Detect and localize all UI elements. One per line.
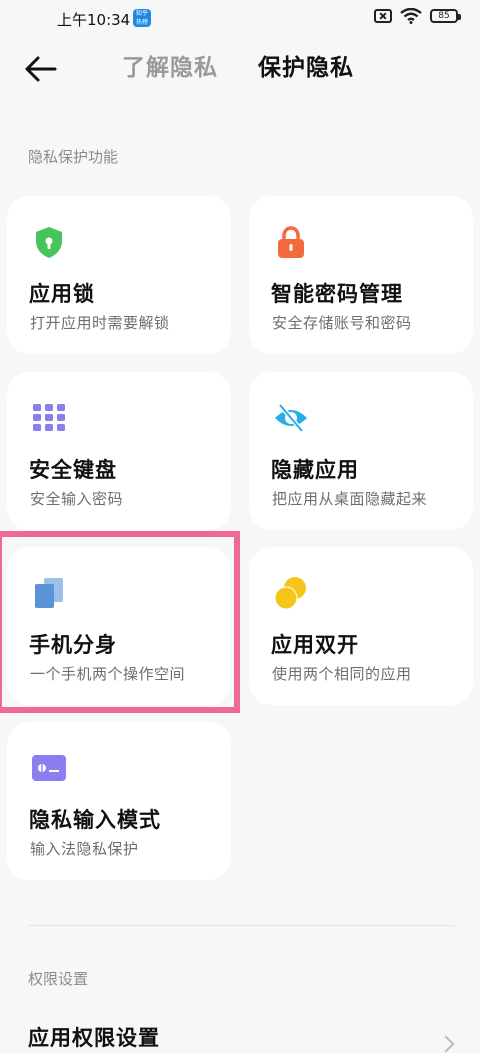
status-bar: 上午10:34 知乎 热榜 85 xyxy=(0,0,480,36)
card-subtitle: 安全存储账号和密码 xyxy=(272,314,412,332)
status-indicators: 85 xyxy=(374,8,461,24)
highlight-frame xyxy=(0,531,240,713)
tab-learn-privacy[interactable]: 了解隐私 xyxy=(122,48,218,82)
app-notification-icon: 知乎 热榜 xyxy=(133,9,151,27)
card-subtitle: 输入法隐私保护 xyxy=(30,840,139,858)
battery-indicator: 85 xyxy=(430,9,461,23)
card-subtitle: 使用两个相同的应用 xyxy=(272,665,412,683)
lock-icon xyxy=(278,226,304,258)
private-input-icon xyxy=(32,755,66,781)
card-title: 智能密码管理 xyxy=(271,282,403,306)
card-private-input[interactable]: 隐私输入模式 输入法隐私保护 xyxy=(7,722,231,880)
card-password-manager[interactable]: 智能密码管理 安全存储账号和密码 xyxy=(249,196,473,354)
back-arrow-icon[interactable] xyxy=(24,54,58,84)
tab-protect-privacy[interactable]: 保护隐私 xyxy=(258,48,354,82)
card-secure-keyboard[interactable]: 安全键盘 安全输入密码 xyxy=(7,372,231,530)
no-sim-icon xyxy=(374,9,392,23)
card-title: 隐藏应用 xyxy=(271,458,359,482)
card-dual-apps[interactable]: 应用双开 使用两个相同的应用 xyxy=(249,547,473,705)
card-subtitle: 安全输入密码 xyxy=(30,490,124,508)
status-time: 上午10:34 xyxy=(57,11,131,29)
card-title: 安全键盘 xyxy=(29,458,117,482)
section-divider xyxy=(28,925,454,926)
eye-off-icon xyxy=(275,403,307,433)
card-subtitle: 打开应用时需要解锁 xyxy=(30,314,170,332)
card-hide-apps[interactable]: 隐藏应用 把应用从桌面隐藏起来 xyxy=(249,372,473,530)
keyboard-icon xyxy=(33,404,65,431)
section-label-privacy: 隐私保护功能 xyxy=(28,148,119,166)
card-title: 隐私输入模式 xyxy=(29,808,161,832)
section-label-permissions: 权限设置 xyxy=(28,970,89,988)
card-title: 应用锁 xyxy=(29,282,95,306)
card-subtitle: 把应用从桌面隐藏起来 xyxy=(272,490,428,508)
chevron-right-icon xyxy=(437,1035,455,1053)
app-permission-settings-label: 应用权限设置 xyxy=(28,1026,160,1050)
dual-apps-icon xyxy=(274,577,306,610)
card-title: 应用双开 xyxy=(271,633,359,657)
shield-icon xyxy=(36,227,62,258)
wifi-icon xyxy=(400,8,422,24)
card-app-lock[interactable]: 应用锁 打开应用时需要解锁 xyxy=(7,196,231,354)
app-permission-settings-row[interactable]: 应用权限设置 xyxy=(0,1010,480,1053)
